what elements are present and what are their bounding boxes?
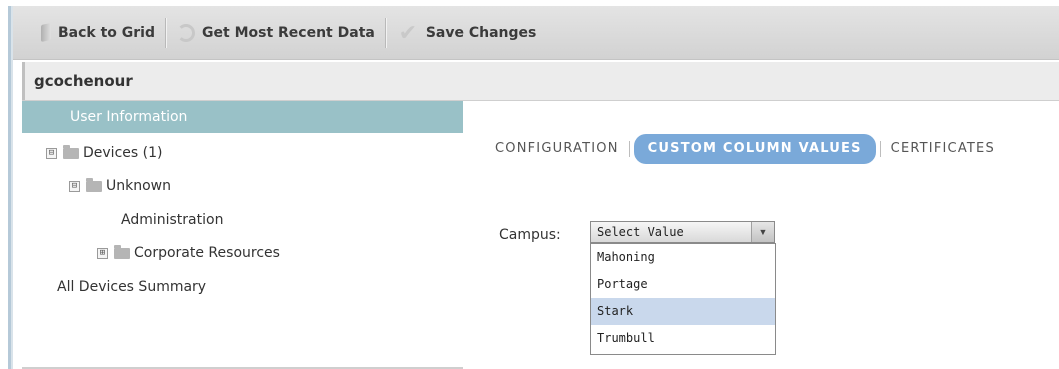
dropdown-option-stark[interactable]: Stark xyxy=(591,298,775,325)
toolbar-separator xyxy=(384,17,387,48)
dropdown-option-portage[interactable]: Portage xyxy=(591,271,775,298)
window-title-bar: gcochenour xyxy=(22,62,1059,101)
toolbar-separator xyxy=(165,17,168,48)
sidebar-item-all-devices-summary[interactable]: All Devices Summary xyxy=(22,271,463,303)
sidebar-item-unknown[interactable]: ⊟ Unknown xyxy=(22,170,463,202)
tab-custom-column-values[interactable]: CUSTOM COLUMN VALUES xyxy=(633,134,876,164)
tab-bar: CONFIGURATION CUSTOM COLUMN VALUES CERTI… xyxy=(463,134,1005,164)
tab-certificates[interactable]: CERTIFICATES xyxy=(881,134,1005,164)
save-changes-label: Save Changes xyxy=(425,24,537,41)
sidebar-tree: User Information ⊟ Devices (1) ⊟ Unknown… xyxy=(22,101,464,369)
sidebar-item-label: Unknown xyxy=(106,178,171,194)
toolbar: Back to Grid Get Most Recent Data ✔ Save… xyxy=(13,6,1059,60)
dropdown-option-trumbull[interactable]: Trumbull xyxy=(591,325,775,352)
campus-dropdown-list: Mahoning Portage Stark Trumbull xyxy=(590,243,776,355)
folder-icon xyxy=(114,244,130,259)
sidebar-item-label: Devices (1) xyxy=(83,145,163,161)
sidebar-item-label: User Information xyxy=(70,109,188,125)
campus-label: Campus: xyxy=(499,227,561,243)
collapse-icon[interactable]: ⊟ xyxy=(46,147,57,159)
sidebar-item-label: Administration xyxy=(121,212,224,228)
back-to-grid-button[interactable]: Back to Grid xyxy=(13,6,161,59)
back-icon xyxy=(41,22,51,43)
left-accent-bar-inner xyxy=(11,6,13,369)
campus-select[interactable]: Select Value ▼ xyxy=(590,221,775,243)
sidebar-item-administration[interactable]: Administration xyxy=(22,204,463,236)
get-most-recent-data-label: Get Most Recent Data xyxy=(202,24,375,41)
sidebar-item-user-information[interactable]: User Information xyxy=(22,101,463,133)
refresh-icon xyxy=(177,23,196,42)
chevron-down-icon[interactable]: ▼ xyxy=(751,222,774,242)
left-edge xyxy=(0,6,8,369)
tab-configuration[interactable]: CONFIGURATION xyxy=(463,134,629,164)
campus-select-value: Select Value xyxy=(597,225,684,239)
sidebar-item-corporate-resources[interactable]: ⊞ Corporate Resources xyxy=(22,237,463,269)
window-title: gcochenour xyxy=(34,72,133,90)
folder-icon xyxy=(63,144,79,159)
expand-icon[interactable]: ⊞ xyxy=(97,247,108,259)
tab-separator xyxy=(628,141,630,157)
sidebar-item-label: Corporate Resources xyxy=(134,245,280,261)
main-content: CONFIGURATION CUSTOM COLUMN VALUES CERTI… xyxy=(463,101,1059,369)
title-accent xyxy=(22,62,25,100)
collapse-icon[interactable]: ⊟ xyxy=(69,180,80,192)
save-changes-button[interactable]: ✔ Save Changes xyxy=(391,6,543,59)
sidebar-item-label: All Devices Summary xyxy=(57,279,207,295)
checkmark-icon: ✔ xyxy=(398,19,418,45)
dropdown-option-mahoning[interactable]: Mahoning xyxy=(591,244,775,271)
get-most-recent-data-button[interactable]: Get Most Recent Data xyxy=(171,6,381,59)
folder-icon xyxy=(86,177,102,192)
sidebar-item-devices[interactable]: ⊟ Devices (1) xyxy=(22,137,463,169)
back-to-grid-label: Back to Grid xyxy=(58,24,156,41)
